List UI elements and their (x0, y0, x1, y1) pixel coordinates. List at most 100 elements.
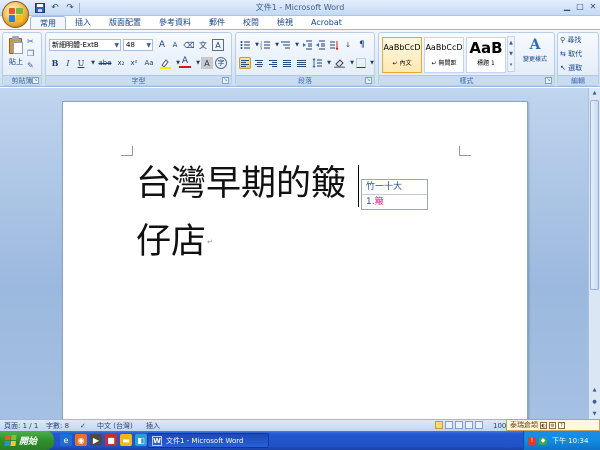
font-color-button[interactable]: A (179, 56, 191, 68)
grow-font-icon[interactable]: A (156, 39, 168, 51)
style-no-spacing[interactable]: AaBbCcD ↵ 無間距 (424, 37, 464, 73)
style-heading-1-sample: AaB (469, 39, 503, 57)
ime-candidate[interactable]: 1.簸 (362, 195, 427, 210)
shading-icon[interactable] (333, 57, 345, 69)
style-normal[interactable]: AaBbCcD ↵ 內文 (382, 37, 422, 73)
tab-home[interactable]: 常用 (30, 16, 66, 30)
office-button[interactable] (2, 1, 29, 28)
prev-page-icon[interactable]: ▲ (589, 385, 600, 395)
app-icon[interactable]: ■ (105, 434, 117, 446)
strikethrough-button[interactable]: abe (97, 57, 113, 69)
tray-antivirus-icon[interactable]: ! (528, 436, 536, 445)
tab-insert[interactable]: 插入 (66, 16, 100, 30)
taskbar-word-button[interactable]: W 文件1 - Microsoft Word (147, 433, 269, 448)
clipboard-launcher-icon[interactable]: ↘ (32, 77, 39, 84)
font-size-dropdown[interactable]: 48 ▼ (123, 39, 153, 51)
document-page[interactable]: 台灣早期的簸 仔店↵ 竹一十大 1.簸 (62, 101, 528, 431)
next-page-icon[interactable]: ▼ (589, 409, 600, 419)
minimize-icon[interactable]: ▁ (561, 1, 573, 12)
select-button[interactable]: ↖ 選取 (560, 63, 582, 73)
decrease-indent-icon[interactable] (301, 39, 313, 51)
highlight-icon[interactable] (159, 57, 171, 69)
vertical-scrollbar[interactable]: ▲ ▲ ● ▼ (588, 88, 600, 419)
numbering-icon[interactable]: 123 (259, 39, 271, 51)
full-half-width-icon[interactable]: ◐ (540, 421, 547, 429)
tray-network-icon[interactable]: ◆ (539, 436, 547, 445)
language-bar[interactable]: 泰瑞倉頡 ◐ ⚙ ? (506, 419, 600, 431)
more-icon[interactable]: ▾ (510, 62, 513, 68)
style-normal-name: ↵ 內文 (392, 60, 412, 67)
ime-settings-icon[interactable]: ⚙ (549, 421, 556, 429)
ime-name[interactable]: 泰瑞倉頡 (510, 420, 538, 430)
styles-launcher-icon[interactable]: ↘ (545, 77, 552, 84)
find-button[interactable]: ⚲ 尋找 (560, 35, 582, 45)
paste-button[interactable]: 貼上 (6, 36, 26, 67)
char-shading-icon[interactable]: A (201, 57, 213, 69)
tab-view[interactable]: 檢視 (268, 16, 302, 30)
chevron-up-icon[interactable]: ▲ (509, 40, 513, 46)
line-spacing-icon[interactable] (311, 57, 323, 69)
help-icon[interactable]: ? (558, 421, 565, 429)
styles-gallery-scroll[interactable]: ▲ ▼ ▾ (507, 36, 515, 72)
font-group-label: 字型 (46, 75, 231, 85)
scroll-thumb[interactable] (590, 100, 599, 290)
document-text-line-1[interactable]: 台灣早期的簸 (136, 164, 346, 204)
italic-button[interactable]: I (62, 57, 74, 69)
tab-mailings[interactable]: 郵件 (200, 16, 234, 30)
justify-button[interactable] (281, 57, 293, 69)
increase-indent-icon[interactable] (314, 39, 326, 51)
style-heading-1[interactable]: AaB 標題 1 (466, 37, 506, 73)
multilevel-list-icon[interactable] (279, 39, 291, 51)
close-icon[interactable]: ✕ (587, 1, 599, 12)
cut-icon[interactable]: ✂ (27, 37, 34, 46)
select-browse-object-icon[interactable]: ● (589, 397, 600, 407)
outline-icon[interactable] (465, 421, 473, 429)
clear-format-icon[interactable]: ⌫ (183, 39, 195, 51)
align-left-button[interactable] (239, 57, 251, 69)
scroll-up-icon[interactable]: ▲ (589, 88, 600, 98)
clock[interactable]: 下午 10:34 (552, 436, 588, 446)
phonetic-guide-icon[interactable]: 文 (197, 39, 209, 51)
bullets-icon[interactable] (239, 39, 251, 51)
bold-button[interactable]: B (49, 57, 61, 69)
print-layout-icon[interactable] (435, 421, 443, 429)
paragraph-launcher-icon[interactable]: ↘ (365, 77, 372, 84)
chevron-down-icon[interactable]: ▼ (509, 51, 513, 57)
font-launcher-icon[interactable]: ↘ (222, 77, 229, 84)
sort-icon[interactable]: ↓ (342, 39, 354, 51)
ie-icon[interactable]: e (60, 434, 72, 446)
distributed-button[interactable] (295, 57, 307, 69)
replace-button[interactable]: ⇆ 取代 (560, 49, 582, 59)
web-layout-icon[interactable] (455, 421, 463, 429)
start-button[interactable]: 開始 (0, 431, 54, 450)
subscript-button[interactable]: x₂ (115, 57, 127, 69)
chevron-down-icon[interactable]: ▼ (366, 57, 378, 69)
change-case-button[interactable]: Aa (142, 57, 156, 69)
shrink-font-icon[interactable]: A (169, 39, 181, 51)
full-screen-reading-icon[interactable] (445, 421, 453, 429)
format-painter-icon[interactable]: ✎ (27, 61, 34, 70)
tab-acrobat[interactable]: Acrobat (302, 16, 351, 30)
media-player-icon[interactable]: ▶ (90, 434, 102, 446)
font-name-dropdown[interactable]: 新細明體-ExtB ▼ (49, 39, 121, 51)
document-text-line-2[interactable]: 仔店↵ (136, 222, 213, 262)
align-center-button[interactable] (253, 57, 265, 69)
tab-references[interactable]: 參考資料 (150, 16, 200, 30)
asian-layout-icon[interactable] (328, 39, 340, 51)
tab-review[interactable]: 校閱 (234, 16, 268, 30)
firefox-icon[interactable]: ◉ (75, 434, 87, 446)
superscript-button[interactable]: x² (128, 57, 140, 69)
desktop-icon[interactable]: ◧ (135, 434, 147, 446)
draft-icon[interactable] (475, 421, 483, 429)
maximize-icon[interactable]: □ (574, 1, 586, 12)
tab-page-layout[interactable]: 版面配置 (100, 16, 150, 30)
font-name-value: 新細明體-ExtB (52, 41, 99, 49)
copy-icon[interactable]: ❐ (27, 49, 34, 58)
align-right-button[interactable] (267, 57, 279, 69)
show-marks-icon[interactable]: ¶ (356, 39, 368, 51)
underline-button[interactable]: U (75, 57, 87, 69)
folder-icon[interactable]: ▬ (120, 434, 132, 446)
char-border-icon[interactable]: A (212, 39, 224, 51)
enclose-char-icon[interactable]: 字 (215, 57, 227, 69)
change-styles-button[interactable]: A 變更樣式 (518, 36, 552, 63)
